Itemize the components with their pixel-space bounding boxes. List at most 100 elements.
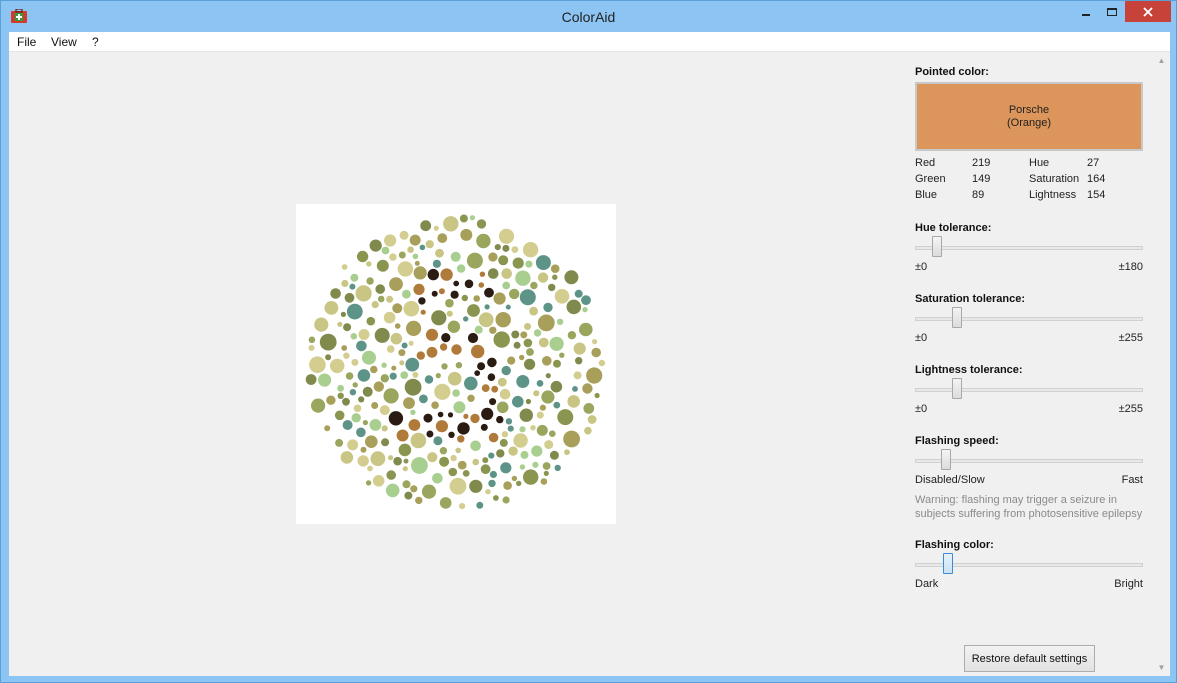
- figure-dot: [420, 309, 426, 315]
- background-dot: [536, 411, 544, 419]
- background-dot: [446, 310, 453, 317]
- background-dot: [407, 246, 414, 253]
- background-dot: [497, 377, 507, 387]
- slider-thumb[interactable]: [952, 307, 962, 328]
- background-dot: [449, 477, 467, 495]
- background-dot: [516, 375, 530, 388]
- slider-thumb[interactable]: [932, 236, 942, 257]
- figure-dot: [491, 385, 499, 393]
- scroll-track[interactable]: [1153, 69, 1170, 659]
- scroll-up-icon[interactable]: ▲: [1153, 52, 1170, 69]
- background-dot: [365, 435, 378, 448]
- background-dot: [450, 251, 461, 262]
- background-dot: [318, 373, 332, 387]
- figure-dot: [425, 328, 439, 341]
- menu-view[interactable]: View: [51, 35, 77, 49]
- background-dot: [414, 260, 420, 266]
- background-dot: [467, 304, 480, 317]
- background-dot: [411, 457, 428, 474]
- background-dot: [393, 456, 402, 466]
- background-dot: [485, 489, 491, 495]
- restore-defaults-button[interactable]: Restore default settings: [964, 645, 1095, 672]
- flashing-color-slider[interactable]: [915, 553, 1143, 577]
- background-dot: [390, 332, 403, 345]
- background-dot: [512, 395, 524, 408]
- background-dot: [431, 401, 439, 409]
- background-dot: [498, 255, 509, 266]
- background-dot: [408, 340, 414, 346]
- image-view[interactable]: [296, 204, 616, 524]
- background-dot: [488, 479, 496, 488]
- figure-dot: [481, 384, 490, 392]
- saturation-max-label: ±255: [1118, 332, 1143, 344]
- background-dot: [357, 455, 369, 467]
- flashing-speed-slider[interactable]: [915, 449, 1143, 473]
- slider-track[interactable]: [915, 246, 1143, 250]
- background-dot: [308, 344, 315, 351]
- menu-file[interactable]: File: [17, 35, 36, 49]
- background-dot: [398, 443, 412, 457]
- background-dot: [520, 331, 528, 339]
- background-dot: [581, 295, 591, 306]
- background-dot: [531, 445, 543, 457]
- background-dot: [376, 259, 389, 272]
- background-dot: [498, 228, 515, 244]
- background-dot: [413, 266, 427, 280]
- background-dot: [501, 365, 511, 376]
- background-dot: [389, 277, 403, 291]
- color-plate-image[interactable]: [296, 204, 616, 524]
- menu-help[interactable]: ?: [92, 35, 99, 49]
- background-dot: [384, 234, 397, 247]
- background-dot: [536, 424, 548, 436]
- background-dot: [319, 333, 337, 351]
- maximize-button[interactable]: [1099, 1, 1125, 22]
- lightness-tolerance-slider[interactable]: [915, 378, 1143, 402]
- background-dot: [362, 386, 373, 397]
- saturation-tolerance-slider[interactable]: [915, 307, 1143, 331]
- background-dot: [437, 233, 448, 243]
- background-dot: [432, 259, 441, 268]
- background-dot: [402, 466, 408, 472]
- background-dot: [554, 289, 570, 304]
- background-dot: [371, 301, 379, 309]
- figure-dot: [448, 431, 455, 438]
- background-dot: [487, 268, 499, 279]
- slider-thumb[interactable]: [943, 553, 953, 574]
- scroll-down-icon[interactable]: ▼: [1153, 659, 1170, 676]
- background-dot: [445, 298, 454, 308]
- background-dot: [564, 270, 579, 285]
- slider-track[interactable]: [915, 388, 1143, 392]
- vertical-scrollbar[interactable]: ▲ ▼: [1153, 52, 1170, 676]
- minimize-button[interactable]: [1073, 1, 1099, 22]
- slider-thumb[interactable]: [952, 378, 962, 399]
- background-dot: [356, 427, 366, 438]
- slider-track[interactable]: [915, 317, 1143, 321]
- figure-dot: [487, 373, 496, 381]
- background-dot: [441, 363, 448, 370]
- background-dot: [447, 371, 462, 386]
- close-button[interactable]: [1125, 1, 1171, 22]
- background-dot: [366, 316, 376, 326]
- background-dot: [456, 264, 466, 273]
- background-dot: [496, 401, 509, 414]
- figure-dot: [477, 362, 486, 371]
- background-dot: [386, 295, 394, 303]
- title-bar[interactable]: ColorAid: [1, 1, 1176, 32]
- background-dot: [450, 454, 457, 462]
- hue-tolerance-slider[interactable]: [915, 236, 1143, 260]
- background-dot: [324, 301, 339, 315]
- background-dot: [550, 264, 560, 273]
- background-dot: [566, 299, 582, 315]
- background-dot: [488, 252, 498, 262]
- background-dot: [553, 401, 561, 409]
- background-dot: [398, 251, 406, 259]
- background-dot: [549, 336, 564, 351]
- background-dot: [447, 320, 461, 333]
- maximize-icon: [1107, 7, 1117, 16]
- background-dot: [369, 239, 382, 252]
- background-dot: [452, 389, 460, 397]
- slider-thumb[interactable]: [941, 449, 951, 470]
- background-dot: [586, 367, 603, 384]
- background-dot: [572, 386, 578, 392]
- background-dot: [403, 397, 415, 409]
